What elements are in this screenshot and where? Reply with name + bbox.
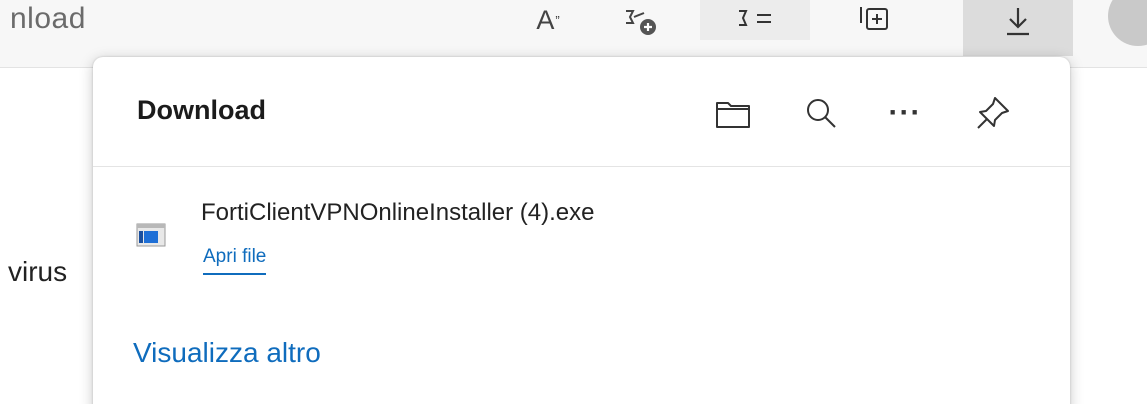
open-file-link[interactable]: Apri file: [203, 246, 267, 275]
collections-button[interactable]: [820, 0, 930, 40]
read-aloud-button[interactable]: A”: [518, 0, 578, 40]
read-aloud-glyph: A: [536, 4, 555, 35]
more-options-button[interactable]: ···: [877, 85, 933, 141]
collections-icon: [860, 7, 888, 30]
flyout-header: Download ···: [93, 57, 1070, 167]
page-title-fragment: nload: [10, 2, 86, 35]
download-icon: [1007, 8, 1029, 36]
page-body-fragment: virus: [8, 256, 68, 287]
see-more-link[interactable]: Visualizza altro: [133, 337, 321, 369]
add-favorite-icon: [626, 10, 656, 35]
favorites-button[interactable]: [700, 0, 810, 40]
download-filename: FortiClientVPNOnlineInstaller (4).exe: [201, 199, 595, 226]
flyout-title: Download: [137, 95, 266, 125]
pin-icon: [977, 97, 1009, 129]
downloads-button[interactable]: [963, 0, 1073, 56]
profile-avatar[interactable]: [1108, 0, 1147, 46]
more-icon: ···: [888, 96, 922, 129]
add-favorite-button[interactable]: [600, 0, 680, 40]
executable-file-icon: [136, 223, 166, 247]
favorites-icon: [739, 10, 771, 26]
folder-icon: [716, 102, 750, 128]
open-downloads-folder-button[interactable]: [705, 85, 761, 141]
read-aloud-sup: ”: [555, 12, 560, 28]
pin-flyout-button[interactable]: [965, 85, 1021, 141]
downloads-flyout: Download ··· FortiClientVPNOnlineInstall…: [93, 57, 1070, 404]
search-downloads-button[interactable]: [793, 85, 849, 141]
search-icon: [807, 99, 836, 128]
download-item[interactable]: FortiClientVPNOnlineInstaller (4).exe Ap…: [93, 169, 1070, 289]
